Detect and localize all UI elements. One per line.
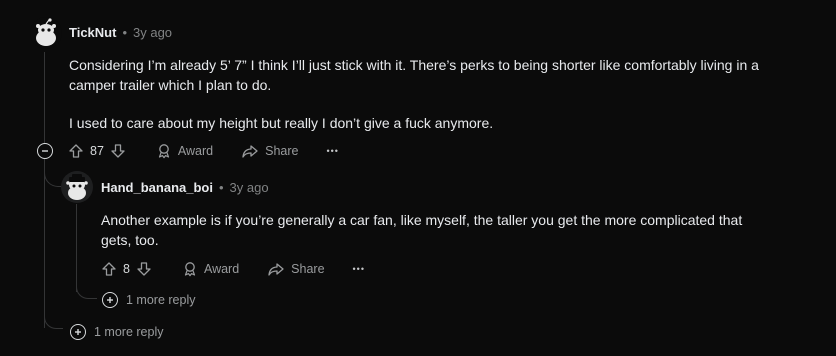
ellipsis-icon: ••• (352, 264, 365, 274)
vote-count: 87 (90, 144, 104, 158)
arrow-up-icon[interactable] (101, 261, 117, 277)
more-replies-label: 1 more reply (94, 325, 164, 339)
comment-paragraph: I used to care about my height but reall… (69, 115, 494, 131)
arrow-down-icon[interactable] (136, 261, 152, 277)
award-icon (184, 262, 196, 277)
overflow-menu-button[interactable]: ••• (326, 146, 338, 156)
share-icon (268, 263, 284, 276)
plus-circle-icon (102, 292, 118, 308)
more-replies-label: 1 more reply (126, 293, 196, 307)
award-label: Award (203, 262, 240, 276)
share-button[interactable]: Share (267, 261, 325, 277)
reply-meta: Hand_banana_boi • 3y ago (101, 180, 269, 195)
reply-thread-curve (76, 282, 97, 299)
avatar[interactable] (61, 171, 93, 203)
comment-meta: TickNut • 3y ago (69, 25, 172, 40)
more-replies-button[interactable]: 1 more reply (70, 324, 163, 340)
comment-time[interactable]: 3y ago (133, 25, 172, 40)
arrow-up-icon[interactable] (68, 143, 84, 159)
award-icon (158, 144, 170, 159)
share-icon (242, 145, 258, 158)
share-button[interactable]: Share (241, 143, 298, 159)
award-label: Award (177, 144, 214, 158)
plus-circle-icon (70, 324, 86, 340)
vote-group: 87 (68, 143, 126, 159)
share-label: Share (265, 144, 299, 158)
comment-author[interactable]: TickNut (69, 25, 116, 40)
collapse-button[interactable] (37, 143, 53, 159)
more-replies-button[interactable]: 1 more reply (102, 292, 195, 308)
comment-body: Considering I’m already 5’ 7” I think I’… (69, 55, 769, 151)
share-label: Share (291, 262, 325, 276)
meta-separator: • (218, 180, 224, 195)
comment-thread-curve (44, 312, 63, 329)
vote-count: 8 (123, 262, 130, 276)
reply-author[interactable]: Hand_banana_boi (101, 180, 213, 195)
snoo-avatar-icon (61, 171, 93, 203)
minus-icon (42, 150, 48, 152)
meta-separator: • (122, 25, 127, 40)
arrow-down-icon[interactable] (110, 143, 126, 159)
vote-group: 8 (101, 261, 152, 277)
snoo-avatar-icon (30, 17, 62, 49)
avatar[interactable] (30, 17, 62, 49)
award-button[interactable]: Award (156, 143, 213, 159)
reply-time[interactable]: 3y ago (230, 180, 269, 195)
comment-paragraph: Considering I’m already 5’ 7” I think I’… (69, 57, 759, 93)
reply-paragraph: Another example is if you’re generally a… (101, 212, 743, 248)
overflow-menu-button[interactable]: ••• (353, 264, 365, 274)
ellipsis-icon: ••• (326, 146, 339, 156)
reply-thread-line (76, 204, 77, 292)
comment-thread-line (44, 52, 45, 328)
comment-actions: 87 Award Share ••• (68, 142, 339, 160)
award-button[interactable]: Award (182, 261, 239, 277)
reply-actions: 8 Award Share ••• (101, 260, 365, 278)
